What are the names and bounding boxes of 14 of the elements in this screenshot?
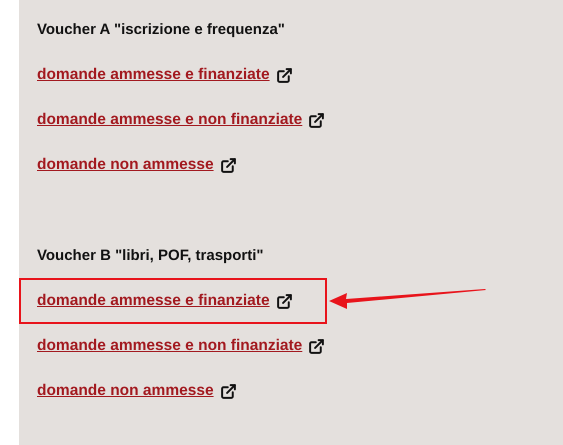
section-heading: Voucher A "iscrizione e frequenza" [37,20,286,40]
document-link[interactable]: domande ammesse e finanziate [37,290,270,312]
external-link-icon [220,382,237,400]
section-heading: Voucher B "libri, POF, trasporti" [37,246,264,266]
document-link[interactable]: domande non ammesse [37,380,214,402]
document-link[interactable]: domande non ammesse [37,154,214,176]
external-link-icon [308,112,326,128]
external-link-icon [220,156,237,174]
external-link-icon [308,338,326,354]
external-link-icon [276,66,293,84]
document-link[interactable]: domande ammesse e non finanziate [37,335,302,357]
external-link-icon [276,292,293,310]
document-link[interactable]: domande ammesse e finanziate [37,64,270,86]
document-link[interactable]: domande ammesse e non finanziate [37,109,302,131]
